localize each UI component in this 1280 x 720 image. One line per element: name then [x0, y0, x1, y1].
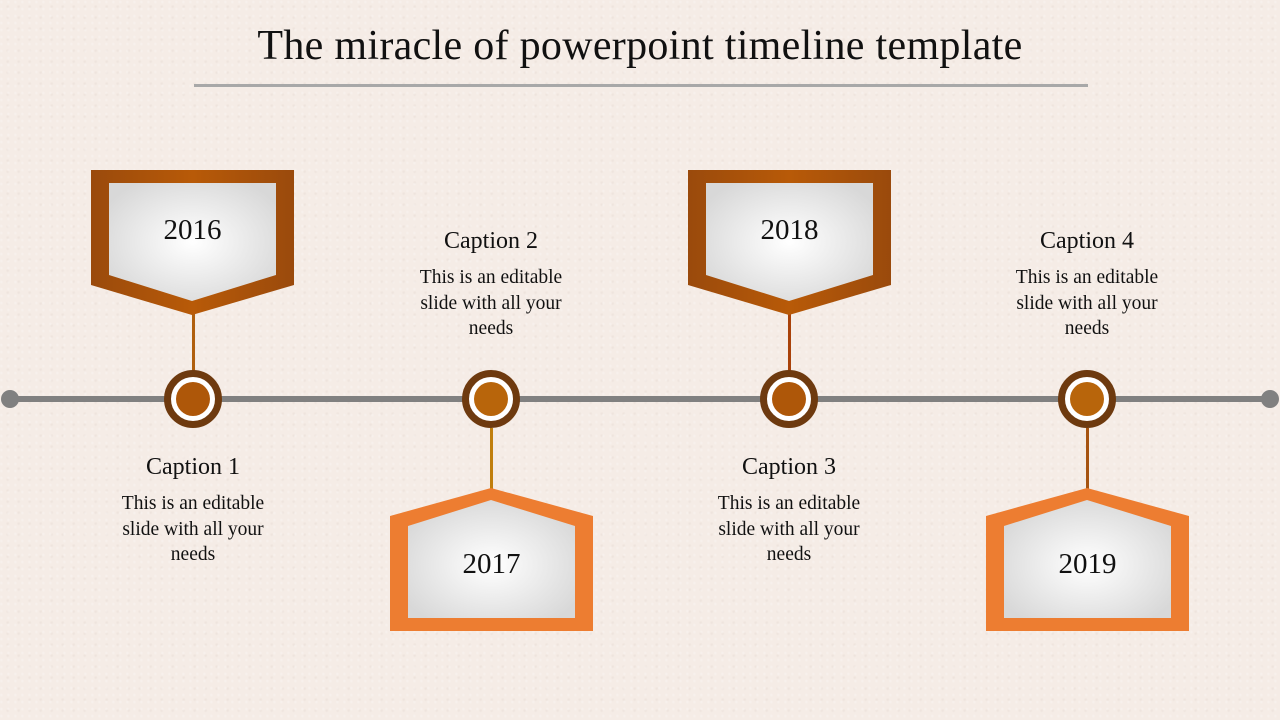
milestone-1-caption-title: Caption 1	[146, 454, 240, 480]
milestone-1-stem	[191, 312, 195, 372]
milestone-2-year: 2017	[462, 548, 521, 580]
milestone-2-node	[462, 370, 520, 428]
milestone-1-year: 2016	[163, 214, 222, 246]
timeline-start-dot	[1, 390, 19, 408]
milestone-1-year-tag: 2016	[91, 170, 294, 315]
milestone-2-stem	[489, 428, 493, 490]
title-underline	[194, 84, 1088, 87]
milestone-3-caption: Caption 3 This is an editable slide with…	[669, 454, 909, 568]
milestone-3-node	[760, 370, 818, 428]
milestone-1-caption: Caption 1 This is an editable slide with…	[73, 454, 313, 568]
milestone-3-stem	[787, 312, 791, 372]
milestone-4-node	[1058, 370, 1116, 428]
milestone-4-stem	[1085, 428, 1089, 490]
milestone-4-caption-title: Caption 4	[1040, 228, 1134, 254]
timeline-end-dot	[1261, 390, 1279, 408]
milestone-3-year-tag: 2018	[688, 170, 891, 315]
milestone-4-year: 2019	[1058, 548, 1117, 580]
milestone-1-caption-body: This is an editable slide with all your …	[121, 493, 265, 565]
milestone-3-caption-title: Caption 3	[742, 454, 836, 480]
milestone-3-caption-body: This is an editable slide with all your …	[717, 493, 861, 565]
milestone-3-year: 2018	[760, 214, 819, 246]
milestone-4-caption-body: This is an editable slide with all your …	[1015, 267, 1159, 339]
milestone-4-caption: Caption 4 This is an editable slide with…	[967, 228, 1207, 342]
milestone-1-node	[164, 370, 222, 428]
milestone-2-year-tag: 2017	[390, 488, 593, 631]
milestone-2-caption-title: Caption 2	[444, 228, 538, 254]
milestone-2-caption-body: This is an editable slide with all your …	[419, 267, 563, 339]
slide-title: The miracle of powerpoint timeline templ…	[257, 23, 1023, 69]
milestone-4-year-tag: 2019	[986, 488, 1189, 631]
milestone-2-caption: Caption 2 This is an editable slide with…	[371, 228, 611, 342]
